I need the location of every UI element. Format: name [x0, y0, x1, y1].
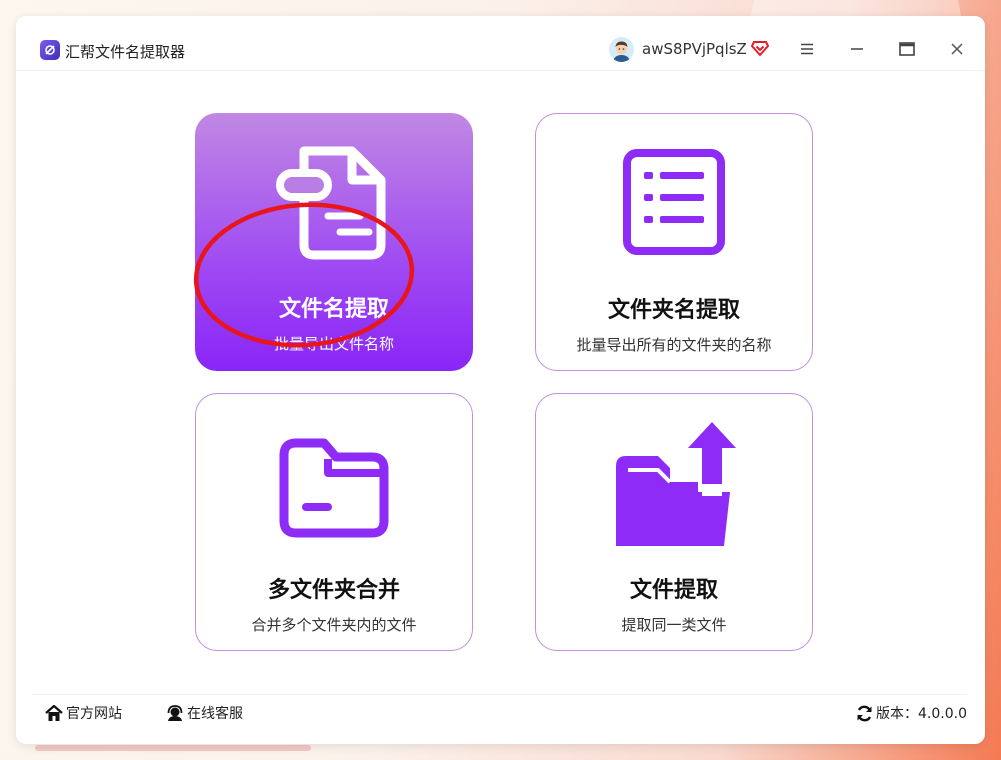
- user-avatar-icon[interactable]: [609, 37, 634, 62]
- official-website-link[interactable]: 官方网站: [45, 703, 122, 723]
- official-website-label: 官方网站: [66, 706, 122, 722]
- home-icon: [45, 704, 63, 721]
- file-document-icon: [276, 146, 386, 260]
- card-title: 文件名提取: [278, 297, 389, 322]
- version-label: 版本：4.0.0.0: [876, 706, 967, 722]
- minimize-icon: [851, 48, 863, 50]
- app-title: 汇帮文件名提取器: [65, 43, 186, 61]
- refresh-icon: [857, 705, 872, 721]
- card-title: 文件夹名提取: [607, 298, 740, 323]
- headset-icon: [167, 704, 183, 721]
- card-title: 文件提取: [629, 578, 718, 603]
- app-logo-icon: [40, 40, 60, 60]
- vip-diamond-icon[interactable]: [751, 39, 769, 61]
- card-description: 提取同一类文件: [621, 616, 727, 634]
- footer-divider: [32, 694, 967, 695]
- list-icon: [623, 149, 725, 255]
- title-bar: 汇帮文件名提取器 awS8PVjPqlsZ: [16, 16, 985, 71]
- card-foldername-extract[interactable]: 文件夹名提取 批量导出所有的文件夹的名称: [535, 113, 813, 371]
- card-title: 多文件夹合并: [267, 578, 400, 603]
- maximize-button[interactable]: [896, 38, 918, 60]
- minimize-button[interactable]: [846, 38, 868, 60]
- username[interactable]: awS8PVjPqlsZ: [642, 40, 747, 58]
- version-info[interactable]: 版本：4.0.0.0: [856, 703, 967, 723]
- card-description: 批量导出文件名称: [273, 335, 394, 353]
- background-decoration-bar: [35, 745, 311, 751]
- card-file-extract[interactable]: 文件提取 提取同一类文件: [535, 393, 813, 651]
- hamburger-icon: [801, 43, 813, 55]
- folder-icon: [279, 438, 389, 538]
- card-description: 合并多个文件夹内的文件: [251, 616, 417, 634]
- online-service-link[interactable]: 在线客服: [166, 703, 243, 723]
- card-multi-folder-merge[interactable]: 多文件夹合并 合并多个文件夹内的文件: [195, 393, 473, 651]
- maximize-icon: [899, 42, 915, 56]
- card-description: 批量导出所有的文件夹的名称: [576, 336, 772, 354]
- close-button[interactable]: [946, 38, 968, 60]
- folder-upload-icon: [616, 422, 736, 546]
- menu-button[interactable]: [796, 38, 818, 60]
- close-icon: [951, 43, 963, 55]
- card-filename-extract[interactable]: 文件名提取 批量导出文件名称: [195, 113, 473, 371]
- app-window: 汇帮文件名提取器 awS8PVjPqlsZ 文件名提取 批量导出文件名称 文件夹…: [16, 16, 985, 744]
- online-service-label: 在线客服: [187, 706, 243, 722]
